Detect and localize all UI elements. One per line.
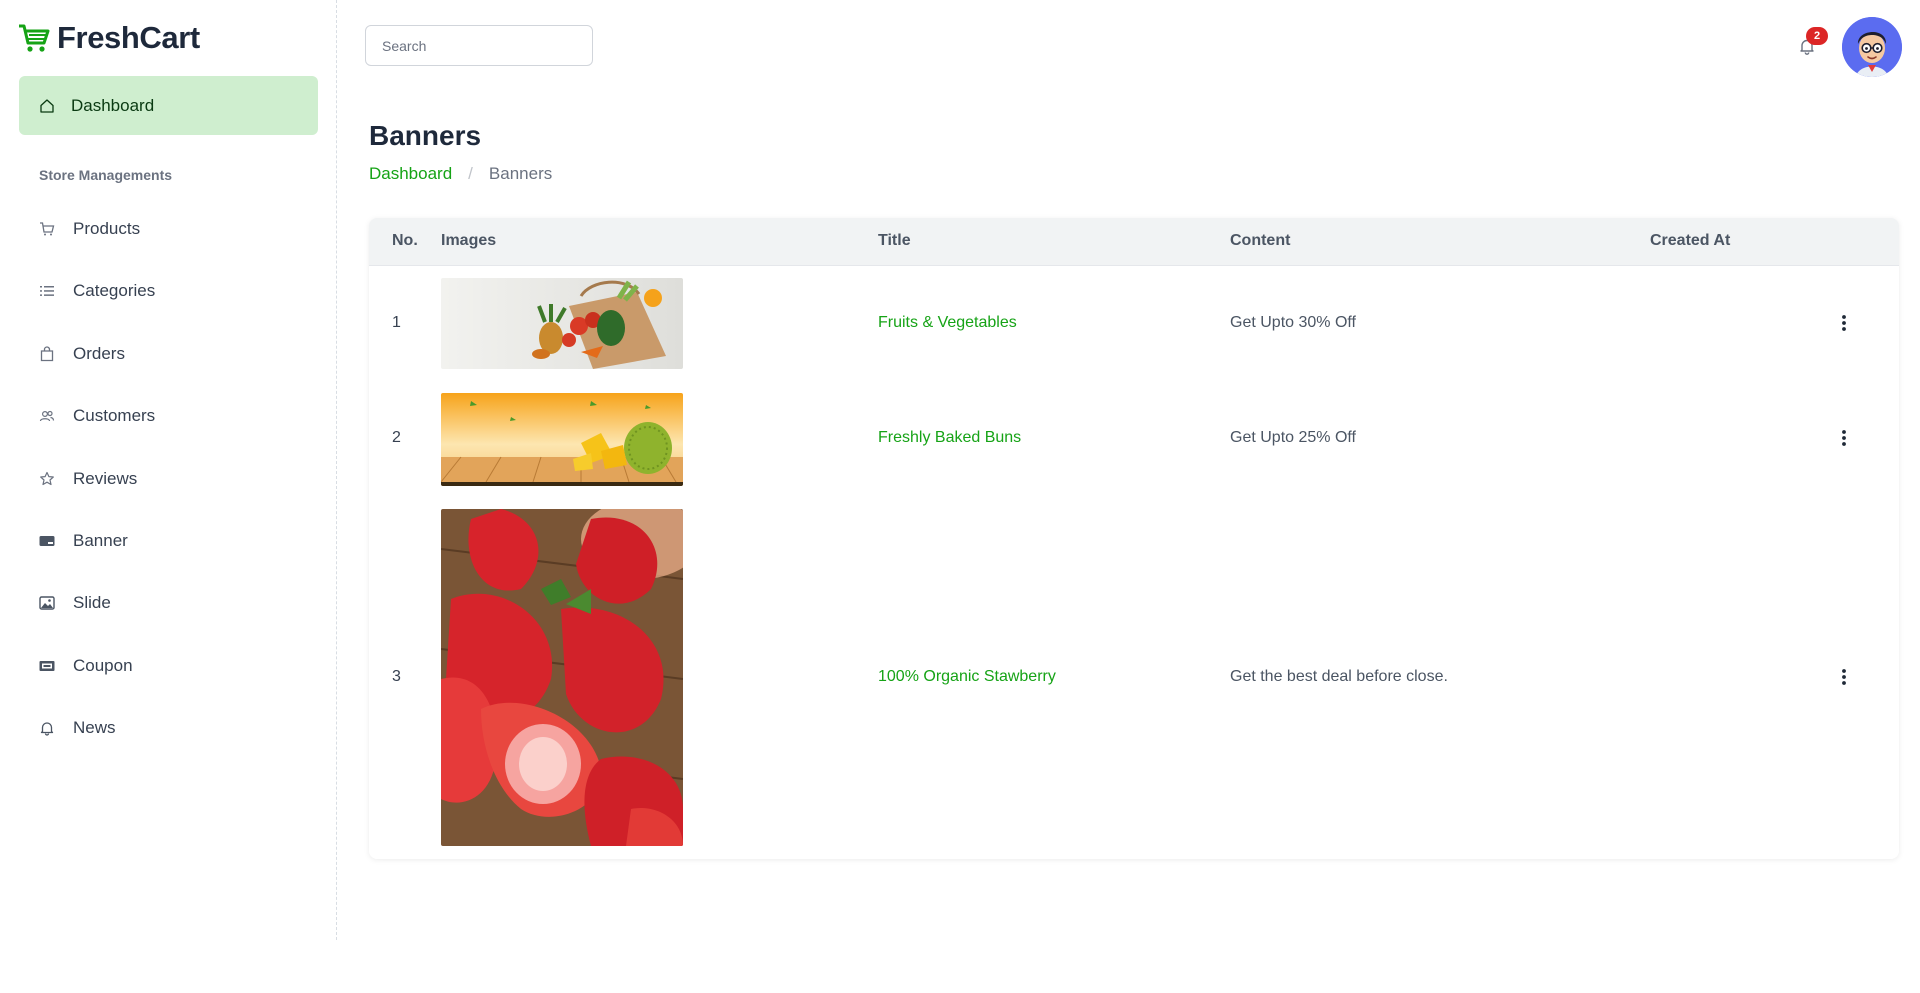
users-icon (39, 408, 55, 424)
banner-content: Get Upto 25% Off (1230, 429, 1356, 446)
section-label-store: Store Managements (39, 167, 173, 183)
column-header-images: Images (441, 232, 497, 249)
bell-icon (39, 720, 55, 736)
banner-title-link[interactable]: 100% Organic Stawberry (878, 668, 1056, 686)
sidebar-item-coupon[interactable]: Coupon (39, 651, 133, 681)
row-actions-kebab-icon[interactable] (1834, 665, 1854, 689)
breadcrumb-separator: / (468, 164, 473, 183)
sidebar-item-products[interactable]: Products (39, 214, 140, 244)
grocery-bag-image (441, 278, 683, 369)
brand-logo[interactable]: FreshCart (17, 20, 200, 56)
column-header-content: Content (1230, 232, 1291, 249)
column-header-created-at: Created At (1650, 232, 1731, 249)
strawberries-image (441, 509, 683, 846)
breadcrumb: Dashboard / Banners (369, 164, 552, 184)
cart-logo-icon (19, 24, 50, 52)
search-input[interactable] (365, 25, 593, 66)
banner-content: Get Upto 30% Off (1230, 314, 1356, 331)
bag-icon (39, 346, 55, 362)
sidebar-item-label: Categories (73, 281, 156, 300)
sidebar-item-label: Banner (73, 531, 128, 550)
image-icon (39, 595, 55, 611)
sidebar-item-label: Products (73, 219, 141, 238)
sidebar-item-reviews[interactable]: Reviews (39, 464, 137, 494)
sidebar-item-label: Dashboard (71, 95, 155, 115)
row-actions-kebab-icon[interactable] (1834, 426, 1854, 450)
row-number: 2 (392, 429, 401, 446)
sidebar-item-label: Slide (73, 593, 111, 612)
ticket-icon (39, 658, 55, 674)
home-icon (39, 98, 55, 114)
breadcrumb-dashboard-link[interactable]: Dashboard (369, 164, 452, 184)
sidebar-item-banner[interactable]: Banner (39, 526, 128, 556)
brand-name: FreshCart (57, 20, 200, 55)
row-number: 1 (392, 314, 401, 331)
breadcrumb-current: Banners (488, 164, 553, 183)
sidebar-item-label: News (73, 718, 116, 737)
sidebar-item-label: Orders (73, 344, 125, 363)
table-header: No. Images Title Content Created At (369, 218, 1899, 266)
user-avatar[interactable] (1842, 17, 1902, 77)
banner-title-link[interactable]: Fruits & Vegetables (878, 314, 1017, 332)
column-header-no: No. (392, 232, 418, 249)
star-icon (39, 471, 55, 487)
list-icon (39, 283, 55, 299)
sidebar-item-slide[interactable]: Slide (39, 588, 111, 618)
row-number: 3 (392, 668, 401, 685)
banner-content: Get the best deal before close. (1230, 668, 1448, 685)
cart-icon (39, 221, 55, 237)
durian-banner-image (441, 393, 683, 486)
sidebar-item-categories[interactable]: Categories (39, 276, 155, 306)
sidebar: FreshCart Dashboard Store Managements Pr… (0, 0, 337, 940)
sidebar-item-news[interactable]: News (39, 713, 116, 743)
banners-table: No. Images Title Content Created At 1 Fr… (369, 218, 1899, 859)
page-title: Banners (369, 120, 482, 151)
sidebar-item-label: Customers (73, 406, 156, 425)
banner-title-link[interactable]: Freshly Baked Buns (878, 429, 1021, 447)
sidebar-item-label: Coupon (73, 656, 133, 675)
banner-icon (39, 533, 55, 549)
notification-count-badge: 2 (1806, 27, 1828, 45)
column-header-title: Title (878, 232, 911, 249)
sidebar-item-label: Reviews (73, 469, 138, 488)
sidebar-item-dashboard[interactable]: Dashboard (19, 76, 318, 135)
row-actions-kebab-icon[interactable] (1834, 311, 1854, 335)
sidebar-item-customers[interactable]: Customers (39, 401, 155, 431)
sidebar-item-orders[interactable]: Orders (39, 339, 125, 369)
